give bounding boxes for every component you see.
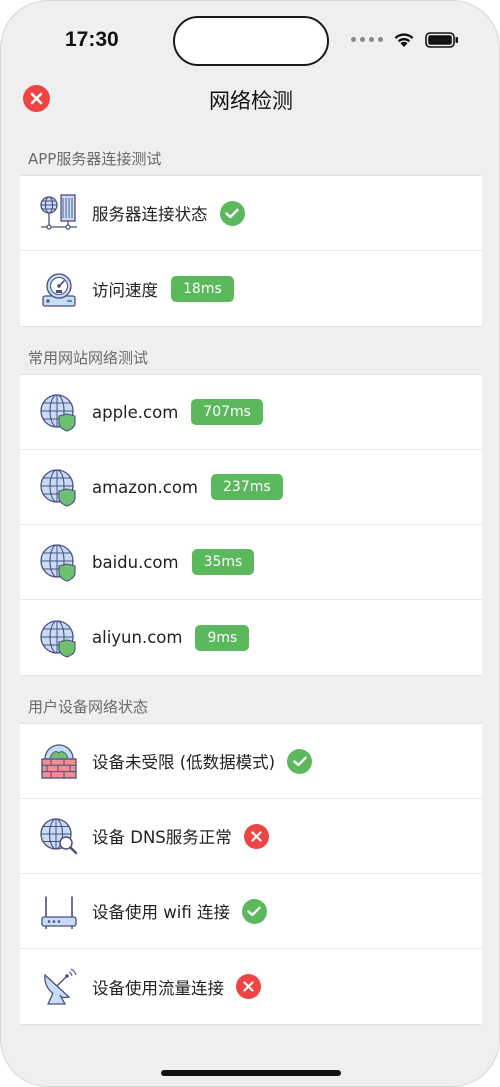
server-icon xyxy=(40,194,77,230)
speedometer-icon xyxy=(42,272,76,307)
globe-shield-icon xyxy=(40,544,76,582)
row-label: aliyun.com xyxy=(92,628,183,647)
section-header-websites: 常用网站网络测试 xyxy=(28,349,149,367)
status-icons xyxy=(351,31,459,48)
cellular-signal-icon xyxy=(351,37,383,42)
section-header-device: 用户设备网络状态 xyxy=(28,698,149,716)
row-label: 服务器连接状态 xyxy=(92,205,208,224)
status-error-badge xyxy=(243,823,269,849)
globe-shield-icon xyxy=(40,619,76,658)
satellite-dish-icon xyxy=(44,968,77,1005)
row-server-connection[interactable]: 服务器连接状态 xyxy=(20,176,482,251)
checkmark-icon xyxy=(225,208,239,218)
section-header-app-server: APP服务器连接测试 xyxy=(28,150,162,168)
wifi-icon xyxy=(394,33,414,47)
row-label: 设备未受限 (低数据模式) xyxy=(92,753,276,772)
card-device: 设备未受限 (低数据模式) 设备 DNS服务正常 设备使用 wifi 连接 设备… xyxy=(20,723,482,1025)
row-baidu[interactable]: baidu.com 35ms xyxy=(20,525,482,600)
globe-shield-icon xyxy=(40,469,76,507)
status-error-badge xyxy=(236,974,261,999)
row-label: 设备 DNS服务正常 xyxy=(92,828,232,847)
checkmark-icon xyxy=(292,756,307,766)
battery-icon xyxy=(425,31,458,48)
status-bar: 17:30 xyxy=(1,1,499,79)
home-indicator[interactable] xyxy=(161,1070,341,1076)
row-cellular[interactable]: 设备使用流量连接 xyxy=(20,949,482,1024)
firewall-icon xyxy=(41,744,77,779)
phone-screen: 17:30 网络检测 APP服务器连接测试 服务器连接状态 访问速度 18ms … xyxy=(0,0,500,1087)
row-label: amazon.com xyxy=(92,477,198,497)
status-ok-badge xyxy=(241,898,267,924)
latency-badge: 707ms xyxy=(191,399,263,425)
navigation-bar: 网络检测 xyxy=(1,79,499,119)
card-app-server: 服务器连接状态 访问速度 18ms xyxy=(20,175,482,327)
page-title: 网络检测 xyxy=(209,89,293,113)
close-icon xyxy=(251,830,262,842)
row-label: 访问速度 xyxy=(92,280,158,300)
close-icon xyxy=(243,981,254,992)
router-icon xyxy=(41,896,77,929)
row-aliyun[interactable]: aliyun.com 9ms xyxy=(20,600,482,675)
latency-badge: 18ms xyxy=(171,275,234,302)
status-time: 17:30 xyxy=(65,28,119,51)
latency-badge: 35ms xyxy=(191,549,255,575)
row-apple[interactable]: apple.com 707ms xyxy=(20,375,482,450)
checkmark-icon xyxy=(247,906,262,916)
dynamic-island xyxy=(173,16,329,66)
row-label: 设备使用 wifi 连接 xyxy=(92,903,230,922)
status-ok-badge xyxy=(287,748,313,774)
row-amazon[interactable]: amazon.com 237ms xyxy=(20,450,482,525)
row-label: apple.com xyxy=(92,402,179,422)
latency-badge: 9ms xyxy=(195,624,250,651)
row-dns[interactable]: 设备 DNS服务正常 xyxy=(20,799,482,874)
globe-search-icon xyxy=(40,818,78,855)
row-low-data-mode[interactable]: 设备未受限 (低数据模式) xyxy=(20,724,482,799)
row-label: baidu.com xyxy=(92,552,179,572)
row-label: 设备使用流量连接 xyxy=(92,978,224,998)
latency-badge: 237ms xyxy=(211,474,283,500)
globe-shield-icon xyxy=(40,394,76,432)
status-ok-badge xyxy=(219,200,245,226)
row-wifi[interactable]: 设备使用 wifi 连接 xyxy=(20,874,482,949)
row-access-speed[interactable]: 访问速度 18ms xyxy=(20,251,482,326)
card-websites: apple.com 707ms amazon.com 237ms baidu.c… xyxy=(20,374,482,676)
